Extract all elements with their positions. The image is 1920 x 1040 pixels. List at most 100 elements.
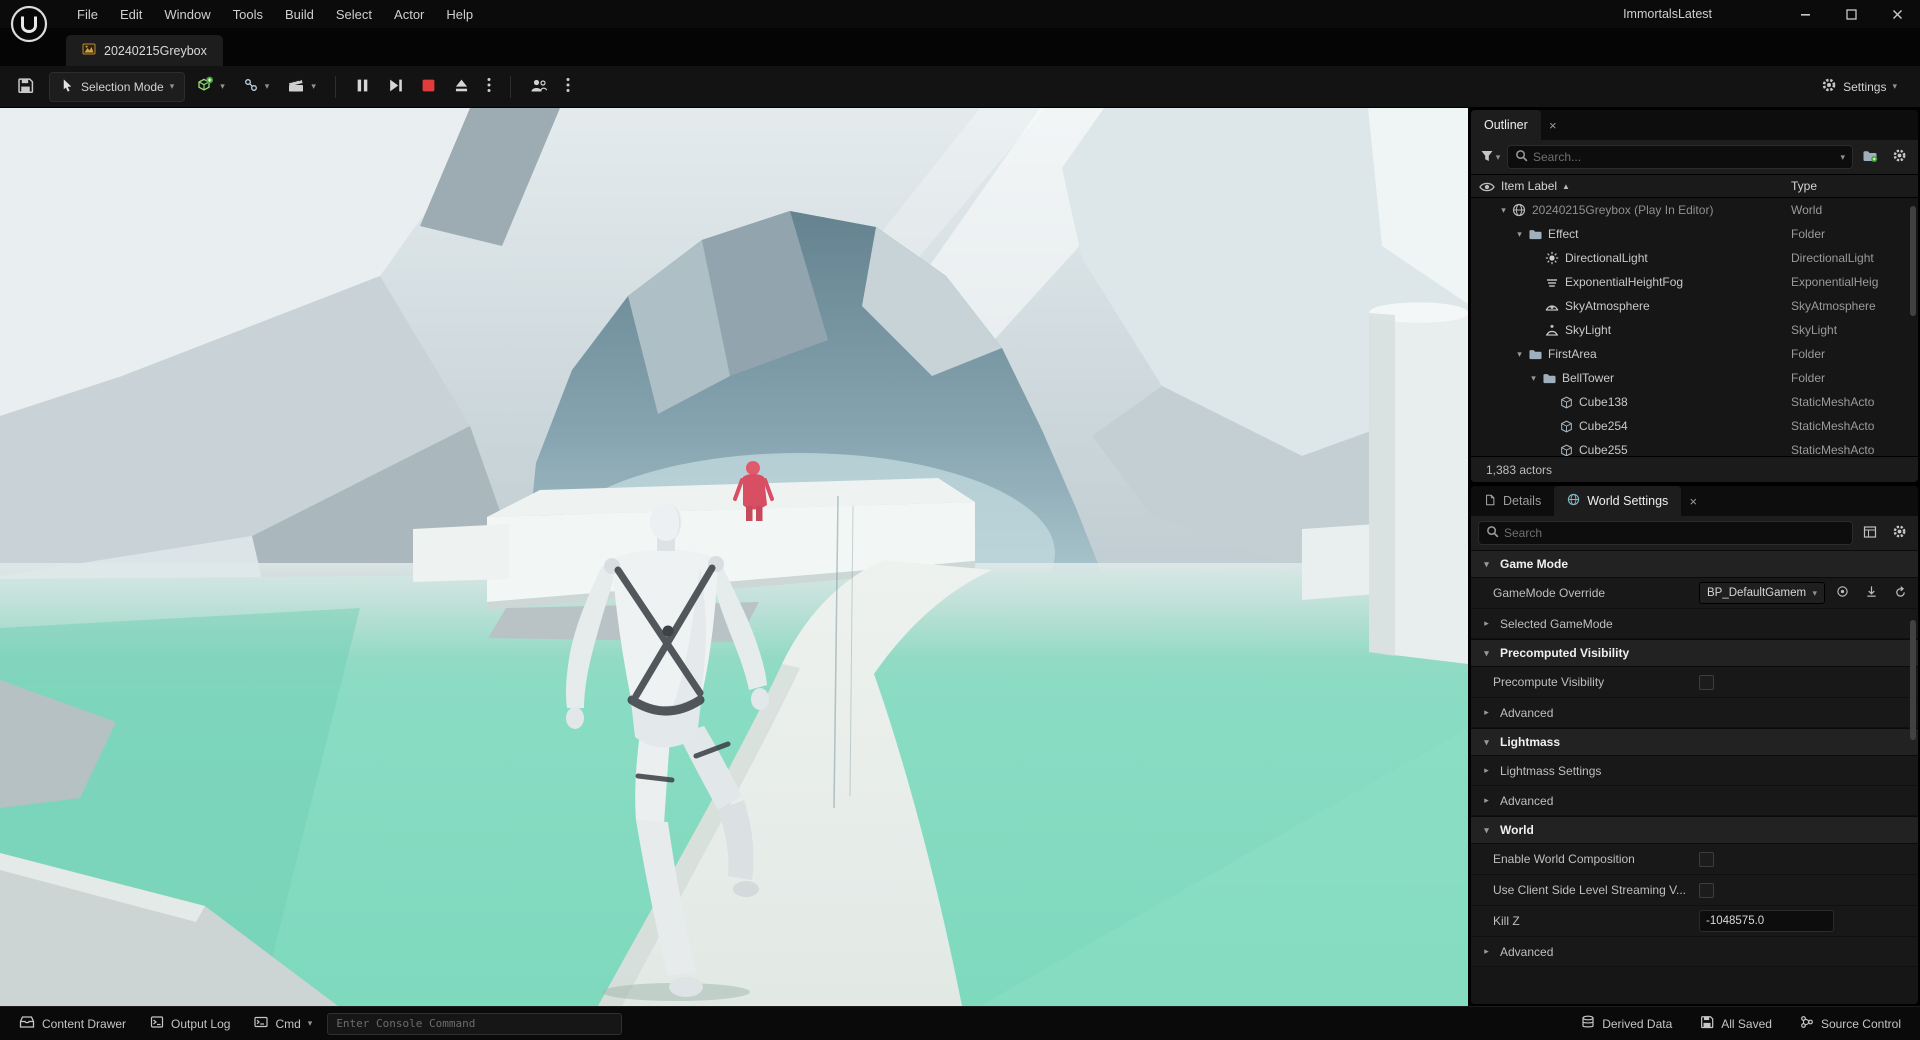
section-lightmass[interactable]: ▾ Lightmass [1471, 728, 1918, 756]
eject-button[interactable] [447, 72, 476, 102]
outliner-filter-button[interactable]: ▾ [1478, 145, 1502, 169]
minimize-button[interactable] [1782, 0, 1828, 28]
caret-right-icon[interactable]: ▸ [1480, 795, 1493, 806]
details-search-box [1478, 521, 1853, 545]
menu-build[interactable]: Build [274, 0, 325, 28]
column-type[interactable]: Type [1791, 179, 1817, 193]
column-item-label[interactable]: Item Label ▲ [1501, 179, 1570, 193]
use-selected-asset-button[interactable] [1859, 581, 1883, 605]
caret-down-icon[interactable]: ▾ [1497, 205, 1510, 216]
gamemode-override-dropdown[interactable]: BP_DefaultGamem ▾ [1699, 582, 1825, 604]
tab-outliner[interactable]: Outliner [1471, 110, 1541, 140]
details-search-input[interactable] [1504, 526, 1845, 540]
menu-actor[interactable]: Actor [383, 0, 435, 28]
cmd-dropdown[interactable]: Cmd ▾ [245, 1011, 321, 1037]
outliner-row-cube254[interactable]: Cube254 StaticMeshActo [1471, 414, 1918, 438]
frame-skip-button[interactable] [381, 72, 410, 102]
content-drawer-button[interactable]: Content Drawer [10, 1011, 135, 1037]
outliner-row-skyatmosphere[interactable]: SkyAtmosphere SkyAtmosphere [1471, 294, 1918, 318]
eject-icon [454, 78, 469, 96]
property-label-text: Precompute Visibility [1493, 675, 1605, 689]
outliner-row-cube138[interactable]: Cube138 StaticMeshActo [1471, 390, 1918, 414]
outliner-row-folder-effect[interactable]: ▾ Effect Folder [1471, 222, 1918, 246]
section-game-mode[interactable]: ▾ Game Mode [1471, 550, 1918, 578]
outliner-row-folder-firstarea[interactable]: ▾ FirstArea Folder [1471, 342, 1918, 366]
row-selected-gamemode[interactable]: ▸ Selected GameMode [1471, 609, 1918, 639]
outliner-search-input[interactable] [1533, 150, 1836, 164]
stop-button[interactable] [414, 72, 443, 102]
folder-icon [1526, 348, 1544, 361]
cinematics-dropdown[interactable]: ▾ [280, 72, 323, 102]
section-world[interactable]: ▾ World [1471, 816, 1918, 844]
save-button[interactable] [10, 72, 41, 102]
play-options-button[interactable] [480, 72, 498, 102]
tab-details[interactable]: Details [1471, 486, 1554, 516]
menu-file[interactable]: File [66, 0, 109, 28]
outliner-row-folder-belltower[interactable]: ▾ BellTower Folder [1471, 366, 1918, 390]
source-control-button[interactable]: Source Control [1791, 1011, 1910, 1037]
menu-help[interactable]: Help [435, 0, 484, 28]
stop-icon [421, 78, 436, 96]
enable-world-composition-checkbox[interactable] [1699, 851, 1714, 867]
caret-right-icon[interactable]: ▸ [1480, 618, 1493, 629]
outliner-row-skylight[interactable]: SkyLight SkyLight [1471, 318, 1918, 342]
outliner-settings-button[interactable] [1887, 145, 1911, 169]
menu-edit[interactable]: Edit [109, 0, 153, 28]
caret-down-icon[interactable]: ▾ [1513, 229, 1526, 240]
reset-to-default-button[interactable] [1888, 581, 1912, 605]
browse-to-asset-button[interactable] [1830, 581, 1854, 605]
derived-data-button[interactable]: Derived Data [1572, 1011, 1681, 1037]
multiplayer-icon [530, 78, 548, 96]
world-settings-panel: Details World Settings × Search ▾ Game M… [1471, 486, 1918, 1004]
settings-dropdown[interactable]: Settings ▾ [1814, 72, 1904, 102]
row-enable-world-composition: Enable World Composition [1471, 844, 1918, 875]
outliner-row-heightfog[interactable]: ExponentialHeightFog ExponentialHeig [1471, 270, 1918, 294]
create-folder-button[interactable] [1858, 145, 1882, 169]
outliner-row-world[interactable]: ▾ 20240215Greybox (Play In Editor) World [1471, 198, 1918, 222]
section-label: Precomputed Visibility [1500, 646, 1630, 660]
tab-world-settings[interactable]: World Settings [1554, 486, 1682, 516]
viewport-3d[interactable] [0, 108, 1468, 1006]
outliner-close-button[interactable]: × [1541, 113, 1565, 137]
details-close-button[interactable]: × [1681, 489, 1705, 513]
caret-down-icon[interactable]: ▾ [1527, 373, 1540, 384]
unreal-logo[interactable] [8, 3, 50, 45]
blueprints-dropdown[interactable]: ▾ [236, 72, 277, 102]
caret-down-icon[interactable]: ▾ [1513, 349, 1526, 360]
console-command-input[interactable] [327, 1012, 623, 1035]
row-lightmass-settings[interactable]: ▸ Lightmass Settings [1471, 756, 1918, 786]
maximize-button[interactable] [1828, 0, 1874, 28]
section-precomputed-visibility[interactable]: ▾ Precomputed Visibility [1471, 639, 1918, 667]
details-settings-button[interactable] [1887, 521, 1911, 545]
add-actor-dropdown[interactable]: ▾ [189, 72, 232, 102]
output-log-button[interactable]: Output Log [141, 1011, 239, 1037]
multiplayer-button[interactable] [523, 72, 555, 102]
close-button[interactable] [1874, 0, 1920, 28]
row-advanced-world[interactable]: ▸ Advanced [1471, 937, 1918, 967]
menu-tools[interactable]: Tools [222, 0, 274, 28]
pause-button[interactable] [348, 72, 377, 102]
details-scrollbar[interactable] [1910, 620, 1916, 740]
property-label: Precompute Visibility [1471, 675, 1699, 689]
column-item-label-text: Item Label [1501, 179, 1558, 193]
menu-window[interactable]: Window [153, 0, 221, 28]
client-side-streaming-checkbox[interactable] [1699, 882, 1714, 898]
eye-icon[interactable] [1479, 181, 1495, 196]
toolbar-options-button[interactable] [559, 72, 577, 102]
caret-right-icon[interactable]: ▸ [1480, 946, 1493, 957]
outliner-scrollbar[interactable] [1910, 206, 1916, 316]
kill-z-input[interactable] [1699, 910, 1834, 932]
editor-mode-dropdown[interactable]: Selection Mode ▾ [49, 71, 186, 102]
row-advanced-precomputed[interactable]: ▸ Advanced [1471, 698, 1918, 728]
caret-right-icon[interactable]: ▸ [1480, 765, 1493, 776]
display-filter-button[interactable] [1858, 521, 1882, 545]
section-label: Game Mode [1500, 557, 1569, 571]
precompute-visibility-checkbox[interactable] [1699, 674, 1714, 690]
menu-select[interactable]: Select [325, 0, 383, 28]
outliner-row-cube255[interactable]: Cube255 StaticMeshActo [1471, 438, 1918, 456]
caret-right-icon[interactable]: ▸ [1480, 707, 1493, 718]
row-advanced-lightmass[interactable]: ▸ Advanced [1471, 786, 1918, 816]
all-saved-button[interactable]: All Saved [1691, 1011, 1781, 1037]
outliner-row-directionallight[interactable]: DirectionalLight DirectionalLight [1471, 246, 1918, 270]
level-tab[interactable]: 20240215Greybox [66, 35, 223, 66]
